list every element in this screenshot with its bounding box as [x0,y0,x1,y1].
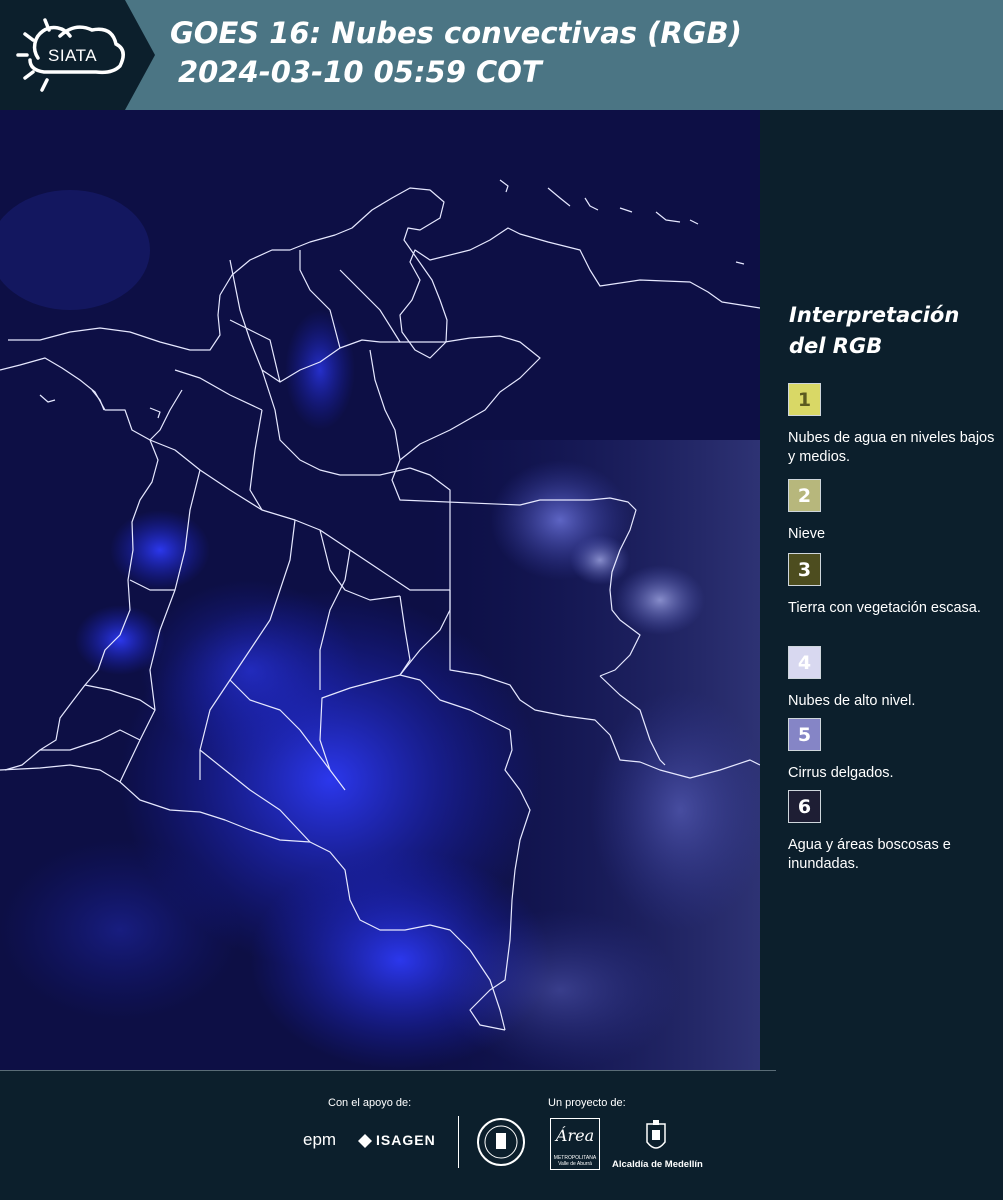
support-label: Con el apoyo de: [328,1097,412,1109]
alcaldia-crest-icon [646,1120,666,1149]
footer: Con el apoyo de: Un proyecto de: epm ISA… [0,1070,1003,1200]
seal-emblem-icon [484,1125,518,1159]
siata-logo: SIATA [0,0,155,110]
university-seal-icon [477,1118,525,1166]
legend-swatch-1: 1 [788,383,821,416]
legend-label-1: Nubes de agua en niveles bajos y medios. [788,430,995,465]
legend-item-5: 5 Cirrus delgados. [788,718,998,783]
isagen-mark-icon [358,1134,372,1148]
project-label: Un proyecto de: [548,1097,626,1109]
isagen-logo: ISAGEN [376,1132,436,1148]
page-timestamp: 2024-03-10 05:59 COT [178,55,542,89]
legend-swatch-5: 5 [788,718,821,751]
legend-swatch-3: 3 [788,553,821,586]
legend-panel: Interpretación del RGB 1 Nubes de agua e… [760,110,1003,1070]
area-logo-text: Área [555,1126,595,1145]
legend-item-4: 4 Nubes de alto nivel. [788,646,998,711]
footer-separator-line [0,1070,776,1071]
legend-item-2: 2 Nieve [788,479,998,544]
page-title: GOES 16: Nubes convectivas (RGB) [170,16,742,50]
footer-divider [458,1116,459,1168]
satellite-rgb-image [0,110,760,1070]
legend-title: Interpretación del RGB [789,303,960,358]
legend-label-3: Tierra con vegetación escasa. [788,600,981,616]
legend-swatch-6: 6 [788,790,821,823]
legend-label-2: Nieve [788,526,826,542]
legend-item-1: 1 Nubes de agua en niveles bajos y medio… [788,383,998,467]
satellite-map [0,110,760,1070]
legend-label-5: Cirrus delgados. [788,765,894,781]
area-logo-subtitle: METROPOLITANA Valle de Aburrá [553,1155,597,1167]
siata-brand-text: SIATA [48,46,98,65]
legend-label-4: Nubes de alto nivel. [788,693,916,709]
legend-swatch-4: 4 [788,646,821,679]
legend-label-6: Agua y áreas boscosas e inundadas. [788,837,951,872]
legend-swatch-2: 2 [788,479,821,512]
alcaldia-label: Alcaldía de Medellín [612,1159,703,1170]
legend-item-3: 3 Tierra con vegetación escasa. [788,553,998,618]
legend-item-6: 6 Agua y áreas boscosas e inundadas. [788,790,998,874]
epm-logo: epm [303,1130,337,1149]
header-bar: SIATA GOES 16: Nubes convectivas (RGB) 2… [0,0,1003,110]
